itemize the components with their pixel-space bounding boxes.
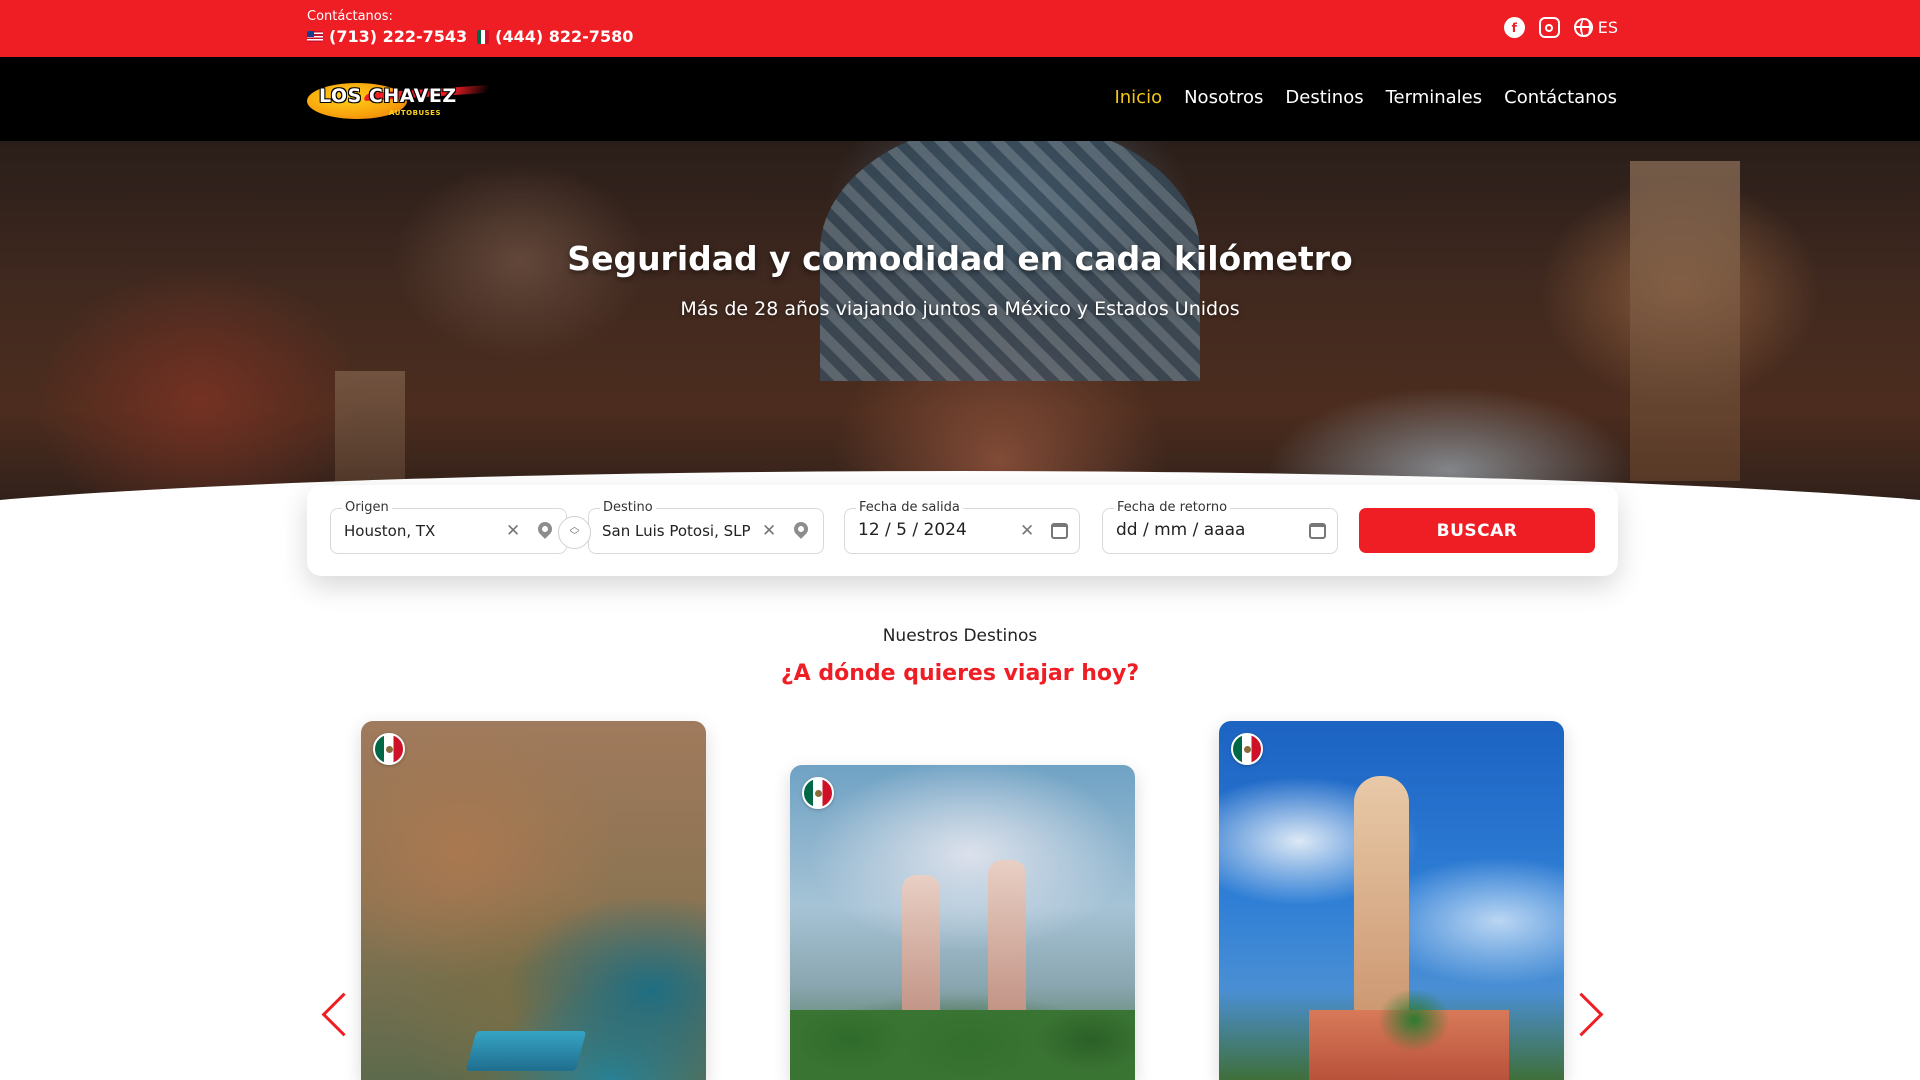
language-code: ES — [1597, 18, 1618, 37]
location-pin-icon — [535, 519, 555, 539]
hero-subtitle: Más de 28 años viajando juntos a México … — [680, 298, 1240, 320]
main-navbar: LOS CHAVEZ AUTOBUSES Inicio Nosotros Des… — [0, 57, 1920, 141]
logo-subtext: AUTOBUSES — [389, 109, 441, 117]
phone-mx-number[interactable]: (444) 822-7580 — [495, 27, 633, 46]
phone-us-number[interactable]: (713) 222-7543 — [329, 27, 467, 46]
social-links: f ES — [1503, 17, 1618, 38]
contact-label: Contáctanos: — [307, 9, 393, 24]
phone-mx[interactable]: (444) 822-7580 — [477, 27, 633, 46]
nav-links: Inicio Nosotros Destinos Terminales Cont… — [1114, 87, 1617, 108]
carousel-prev-icon[interactable] — [318, 990, 344, 1040]
phone-numbers: (713) 222-7543 (444) 822-7580 — [307, 27, 633, 46]
mexico-flag-icon — [802, 777, 834, 809]
destinations-title: ¿A dónde quieres viajar hoy? — [780, 661, 1140, 686]
mexico-flag-icon — [477, 29, 490, 44]
departure-label: Fecha de salida — [856, 500, 963, 515]
nav-link-destinos[interactable]: Destinos — [1285, 87, 1363, 108]
destination-field[interactable]: Destino San Luis Potosi, SLP ✕ — [588, 500, 824, 554]
hero-banner: Seguridad y comodidad en cada kilómetro … — [0, 141, 1920, 526]
return-label: Fecha de retorno — [1114, 500, 1231, 515]
language-selector[interactable]: ES — [1573, 18, 1618, 37]
mexico-flag-icon — [373, 733, 405, 765]
departure-date-field[interactable]: Fecha de salida 12 / 5 / 2024 ✕ — [844, 500, 1080, 554]
trip-search-form: Origen Houston, TX ✕ ︿ ﹀ Destino San Luis… — [307, 485, 1618, 576]
destination-card[interactable] — [790, 765, 1135, 1080]
destination-value[interactable]: San Luis Potosi, SLP — [602, 522, 751, 540]
return-value[interactable]: dd / mm / aaaa — [1116, 520, 1245, 540]
return-date-field[interactable]: Fecha de retorno dd / mm / aaaa — [1102, 500, 1338, 554]
departure-value[interactable]: 12 / 5 / 2024 — [858, 520, 967, 540]
calendar-icon[interactable] — [1309, 523, 1326, 539]
destination-label: Destino — [600, 500, 656, 515]
nav-link-nosotros[interactable]: Nosotros — [1184, 87, 1263, 108]
search-button[interactable]: BUSCAR — [1359, 508, 1595, 553]
clear-origin-icon[interactable]: ✕ — [506, 521, 520, 541]
destination-card[interactable] — [1219, 721, 1564, 1080]
contact-bar: Contáctanos: (713) 222-7543 (444) 822-75… — [0, 0, 1920, 57]
globe-icon — [1573, 18, 1593, 37]
nav-link-contactanos[interactable]: Contáctanos — [1504, 87, 1617, 108]
phone-us[interactable]: (713) 222-7543 — [307, 27, 467, 46]
us-flag-icon — [307, 31, 323, 42]
nav-link-terminales[interactable]: Terminales — [1386, 87, 1483, 108]
logo[interactable]: LOS CHAVEZ AUTOBUSES — [307, 69, 492, 129]
hero-title: Seguridad y comodidad en cada kilómetro — [567, 239, 1353, 278]
logo-text: LOS CHAVEZ — [319, 85, 457, 107]
instagram-icon[interactable] — [1538, 17, 1560, 38]
mexico-flag-icon — [1231, 733, 1263, 765]
clear-departure-icon[interactable]: ✕ — [1020, 521, 1034, 541]
carousel-next-icon[interactable] — [1576, 990, 1602, 1040]
origin-value[interactable]: Houston, TX — [344, 522, 435, 540]
origin-field[interactable]: Origen Houston, TX ✕ — [330, 500, 567, 554]
location-pin-icon — [791, 519, 811, 539]
swap-locations-button[interactable]: ︿ ﹀ — [558, 516, 591, 549]
clear-destination-icon[interactable]: ✕ — [762, 521, 776, 541]
destinations-subtitle: Nuestros Destinos — [882, 626, 1038, 646]
nav-link-inicio[interactable]: Inicio — [1114, 87, 1162, 108]
calendar-icon[interactable] — [1051, 523, 1068, 539]
facebook-icon[interactable]: f — [1503, 17, 1525, 38]
origin-label: Origen — [342, 500, 392, 515]
destination-card[interactable] — [361, 721, 706, 1080]
